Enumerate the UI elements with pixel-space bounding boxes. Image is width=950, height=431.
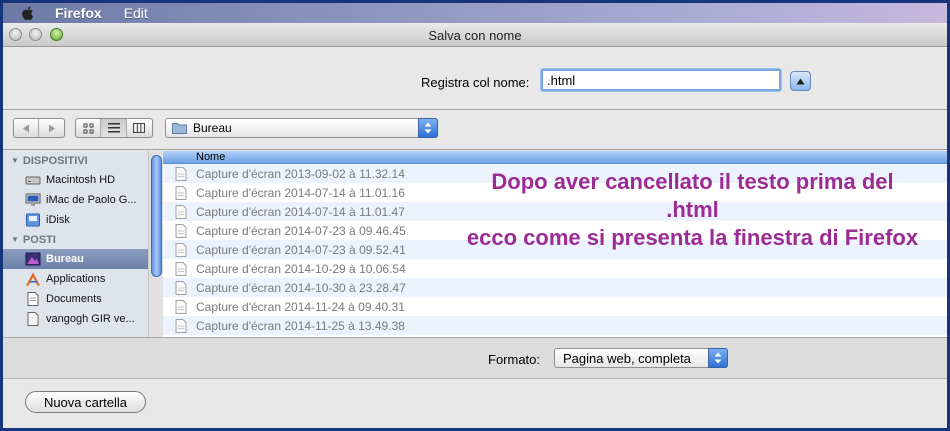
format-value: Pagina web, completa bbox=[563, 350, 691, 366]
up-down-arrows-icon bbox=[424, 122, 432, 134]
view-mode-control bbox=[75, 118, 153, 138]
image-file-icon bbox=[175, 204, 187, 219]
annotation-line: Dopo aver cancellato il testo prima del bbox=[491, 169, 894, 194]
file-name: Capture d'écran 2014-10-30 à 23.28.47 bbox=[196, 280, 406, 295]
up-down-arrows-icon bbox=[714, 352, 722, 364]
image-file-icon bbox=[175, 280, 187, 295]
file-name: Capture d'écran 2014-11-24 à 09.40.31 bbox=[196, 299, 405, 314]
disclosure-triangle-icon: ▼ bbox=[11, 235, 19, 244]
menu-bar: Firefox Edit bbox=[3, 3, 947, 23]
sidebar-section-title: DISPOSITIVI bbox=[22, 154, 88, 167]
file-name: Capture d'écran 2014-11-25 à 13.49.38 bbox=[196, 318, 405, 333]
image-file-icon bbox=[175, 318, 187, 333]
sidebar-item-label: Documents bbox=[46, 293, 102, 305]
save-as-label: Registra col nome: bbox=[421, 75, 530, 90]
save-as-row: Registra col nome: bbox=[3, 47, 947, 111]
forward-arrow-icon bbox=[48, 124, 55, 132]
column-header-name[interactable]: Nome bbox=[163, 151, 947, 164]
image-file-icon bbox=[175, 185, 187, 200]
sidebar-item-bureau[interactable]: Bureau bbox=[3, 249, 148, 269]
icon-grid-icon bbox=[83, 123, 94, 133]
file-name: Capture d'écran 2014-10-29 à 10.06.54 bbox=[196, 261, 406, 276]
image-file-icon bbox=[175, 166, 187, 181]
sidebar-item-vangogh[interactable]: vangogh GIR ve... bbox=[3, 309, 148, 329]
location-label: Bureau bbox=[193, 121, 232, 135]
column-header-label: Nome bbox=[196, 151, 226, 163]
title-bar: Salva con nome bbox=[3, 23, 947, 47]
sidebar-section-devices[interactable]: ▼ DISPOSITIVI bbox=[3, 151, 148, 170]
format-label: Formato: bbox=[488, 352, 541, 367]
sidebar-item-label: Bureau bbox=[46, 253, 84, 265]
back-button[interactable] bbox=[14, 119, 39, 137]
sidebar-scrollbar[interactable] bbox=[148, 151, 163, 337]
imac-icon bbox=[25, 193, 41, 206]
sidebar-item-documents[interactable]: Documents bbox=[3, 289, 148, 309]
dialog-footer: Nuova cartella bbox=[3, 380, 947, 428]
browser-toolbar: Bureau bbox=[3, 110, 947, 150]
document-icon bbox=[27, 292, 39, 306]
idisk-icon bbox=[26, 213, 40, 227]
format-bar: Formato: Pagina web, completa bbox=[3, 337, 947, 379]
chevron-up-icon bbox=[796, 78, 805, 84]
sidebar-item-imac[interactable]: iMac de Paolo G... bbox=[3, 190, 148, 210]
list-lines-icon bbox=[107, 123, 120, 133]
file-name: Capture d'écran 2014-07-14 à 11.01.47 bbox=[196, 204, 405, 219]
new-folder-button[interactable]: Nuova cartella bbox=[25, 391, 146, 413]
sidebar-item-label: vangogh GIR ve... bbox=[46, 313, 135, 325]
file-name: Capture d'écran 2014-07-23 à 09.46.45 bbox=[196, 223, 406, 238]
sidebar-section-title: POSTI bbox=[22, 233, 56, 246]
sidebar-item-macintosh-hd[interactable]: Macintosh HD bbox=[3, 170, 148, 190]
disclosure-triangle-icon: ▼ bbox=[11, 156, 19, 165]
format-select[interactable]: Pagina web, completa bbox=[554, 348, 728, 368]
annotation-line: .html bbox=[666, 197, 719, 222]
back-forward-control bbox=[13, 118, 65, 138]
desktop-icon bbox=[25, 252, 41, 266]
file-row[interactable]: Capture d'écran 2014-10-29 à 10.06.54 bbox=[163, 259, 947, 278]
file-row[interactable]: Capture d'écran 2014-10-30 à 23.28.47 bbox=[163, 278, 947, 297]
column-view-button[interactable] bbox=[127, 119, 152, 137]
popup-arrows bbox=[418, 118, 438, 138]
file-row[interactable]: Capture d'écran 2014-11-24 à 09.40.31 bbox=[163, 297, 947, 316]
apple-icon[interactable] bbox=[19, 5, 37, 21]
sidebar-item-label: Macintosh HD bbox=[46, 174, 116, 186]
sidebar-section-places[interactable]: ▼ POSTI bbox=[3, 230, 148, 249]
icon-view-button[interactable] bbox=[76, 119, 102, 137]
location-popup[interactable]: Bureau bbox=[165, 118, 438, 138]
menu-edit[interactable]: Edit bbox=[124, 5, 148, 21]
forward-button[interactable] bbox=[39, 119, 64, 137]
annotation-text: Dopo aver cancellato il testo prima del … bbox=[444, 168, 941, 252]
list-view-button[interactable] bbox=[101, 119, 127, 137]
image-file-icon bbox=[175, 223, 187, 238]
annotation-line: ecco come si presenta la finestra di Fir… bbox=[466, 225, 919, 250]
file-icon bbox=[27, 312, 39, 326]
applications-icon bbox=[26, 272, 40, 286]
file-name: Capture d'écran 2014-07-23 à 09.52.41 bbox=[196, 242, 406, 257]
sidebar-item-label: Applications bbox=[46, 273, 106, 285]
sidebar: ▼ DISPOSITIVI Macintosh HD iMac de Paolo… bbox=[3, 151, 148, 337]
file-name: Capture d'écran 2013-09-02 à 11.32.14 bbox=[196, 166, 405, 181]
sidebar-item-label: iMac de Paolo G... bbox=[46, 194, 137, 206]
save-dialog-window: Firefox Edit Salva con nome Registra col… bbox=[0, 0, 950, 431]
file-row[interactable]: Capture d'écran 2014-11-25 à 13.49.38 bbox=[163, 316, 947, 335]
image-file-icon bbox=[175, 242, 187, 257]
file-name: Capture d'écran 2014-07-14 à 11.01.16 bbox=[196, 185, 405, 200]
image-file-icon bbox=[175, 261, 187, 276]
menu-app-name[interactable]: Firefox bbox=[55, 5, 102, 21]
sidebar-item-label: iDisk bbox=[46, 214, 70, 226]
filename-input[interactable] bbox=[541, 69, 781, 91]
folder-icon bbox=[172, 123, 187, 134]
hard-drive-icon bbox=[25, 176, 41, 185]
scrollbar-thumb[interactable] bbox=[151, 155, 162, 277]
popup-arrows bbox=[708, 348, 728, 368]
back-arrow-icon bbox=[23, 124, 29, 132]
collapse-dialog-button[interactable] bbox=[790, 71, 811, 91]
sidebar-item-applications[interactable]: Applications bbox=[3, 269, 148, 289]
sidebar-item-idisk[interactable]: iDisk bbox=[3, 210, 148, 230]
image-file-icon bbox=[175, 299, 187, 314]
columns-icon bbox=[133, 123, 146, 133]
window-title: Salva con nome bbox=[428, 28, 522, 43]
